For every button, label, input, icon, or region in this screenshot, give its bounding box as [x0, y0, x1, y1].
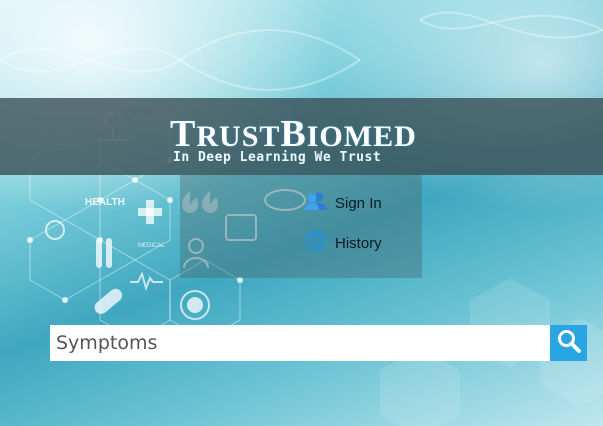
- account-menu-panel: [180, 175, 422, 278]
- symptoms-search-input[interactable]: [50, 325, 550, 361]
- sign-in-link[interactable]: Sign In: [305, 189, 382, 217]
- users-icon: [305, 191, 327, 215]
- brand-title-rest-2: IOMED: [306, 120, 417, 153]
- history-icon: [305, 230, 327, 256]
- history-link[interactable]: History: [305, 229, 382, 257]
- brand-title-rest-1: RUST: [196, 120, 281, 153]
- svg-text:MEDICAL: MEDICAL: [138, 243, 165, 249]
- brand-title-initial-2: B: [280, 113, 307, 155]
- svg-text:HEALTH: HEALTH: [85, 197, 125, 208]
- search-icon: [556, 328, 582, 358]
- history-label: History: [335, 234, 382, 252]
- brand-title-initial-1: T: [170, 113, 197, 155]
- sign-in-label: Sign In: [335, 194, 382, 212]
- brand-tagline: In Deep Learning We Trust: [173, 150, 382, 165]
- search-button[interactable]: [550, 325, 587, 361]
